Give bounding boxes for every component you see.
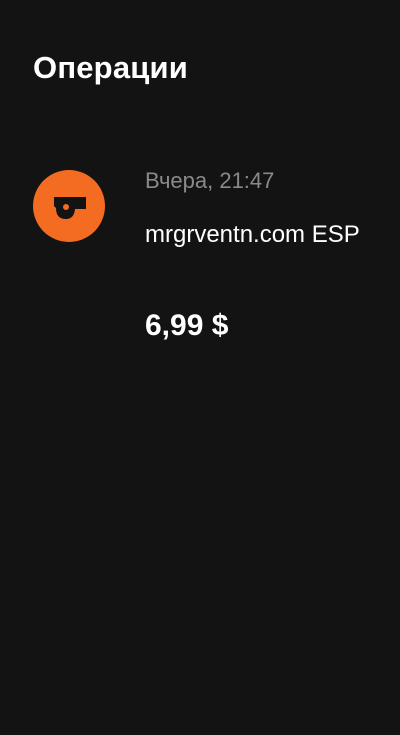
operation-merchant: mrgrventn.com ESP: [145, 221, 360, 248]
operation-time: Вчера, 21:47: [145, 168, 275, 193]
whistle-icon: [33, 170, 105, 242]
operations-screen: Операции Вчера, 21:47 mrgrventn.com ESP …: [0, 0, 400, 735]
operation-amount: 6,99 $: [145, 309, 229, 342]
page-title: Операции: [33, 50, 189, 85]
operation-item[interactable]: Вчера, 21:47 mrgrventn.com ESP 6,99 $: [0, 160, 400, 360]
